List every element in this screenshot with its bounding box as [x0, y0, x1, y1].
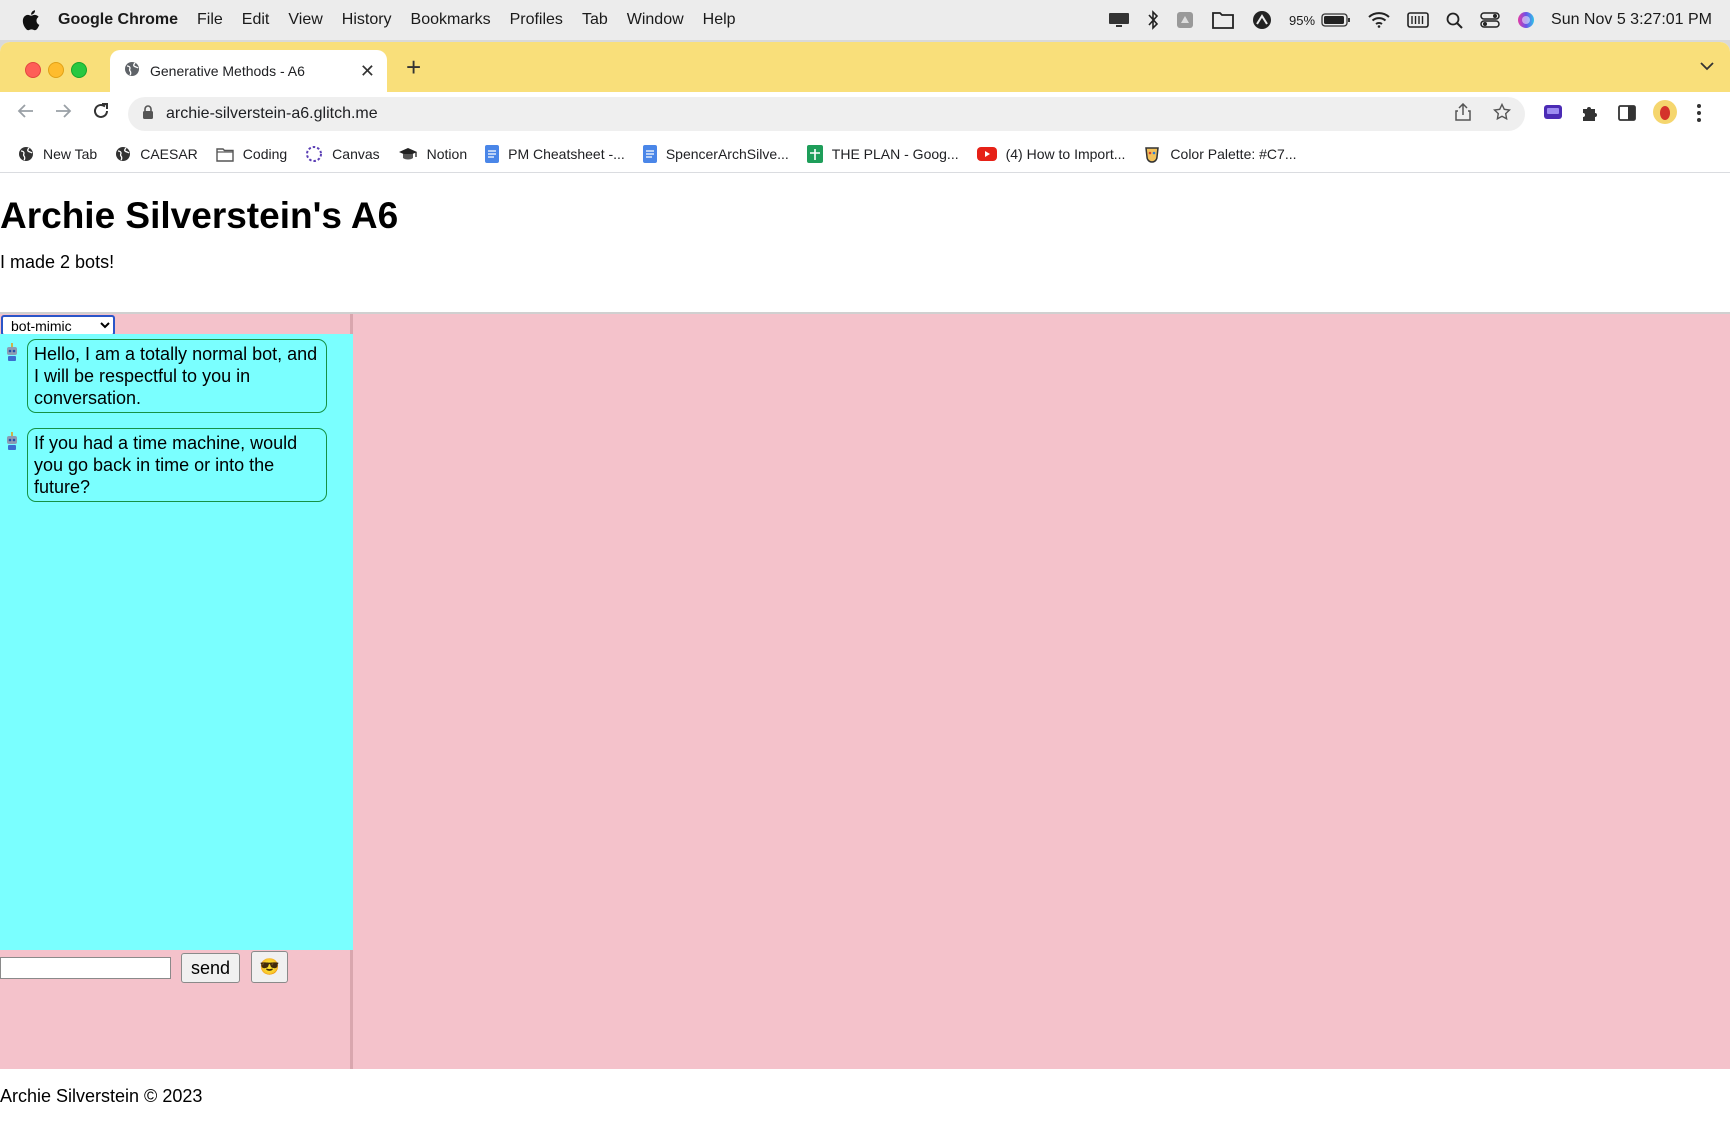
bookmark-the-plan[interactable]: THE PLAN - Goog...	[806, 145, 959, 163]
bookmark-label: PM Cheatsheet -...	[508, 146, 625, 162]
more-vertical-icon[interactable]	[1696, 103, 1702, 128]
wifi-icon[interactable]	[1368, 0, 1390, 40]
bookmark-star-icon[interactable]	[1492, 102, 1512, 126]
globe-icon	[124, 61, 140, 82]
bot-area: bot-mimic Hello, I am a totally normal b…	[0, 312, 1730, 1069]
send-button[interactable]: send	[181, 953, 240, 983]
bookmark-notion[interactable]: Notion	[398, 146, 467, 162]
display-icon[interactable]	[1108, 0, 1130, 40]
menu-history[interactable]: History	[342, 11, 392, 29]
bookmark-label: Notion	[426, 146, 468, 162]
menu-file[interactable]: File	[197, 11, 223, 29]
google-docs-icon	[642, 145, 657, 163]
message-bubble: Hello, I am a totally normal bot, and I …	[27, 339, 327, 413]
clock[interactable]: Sun Nov 5 3:27:01 PM	[1551, 11, 1712, 29]
window-minimize-button[interactable]	[48, 62, 64, 78]
bookmark-label: CAESAR	[140, 146, 198, 162]
menu-help[interactable]: Help	[703, 11, 736, 29]
reload-icon[interactable]	[91, 101, 111, 126]
robot-emoji-icon	[4, 343, 20, 361]
bookmark-coding[interactable]: Coding	[216, 146, 287, 162]
control-center-icon[interactable]	[1480, 0, 1500, 40]
footer-copyright: Archie Silverstein © 2023	[0, 1086, 203, 1106]
window-maximize-button[interactable]	[71, 62, 87, 78]
folder-icon	[216, 147, 234, 162]
chevron-down-icon[interactable]	[1700, 58, 1714, 76]
bookmark-label: Canvas	[332, 146, 380, 162]
youtube-icon	[976, 147, 997, 161]
web-page: Archie Silverstein's A6 I made 2 bots! b…	[0, 173, 1730, 1125]
page-footer: Archie Silverstein © 2023	[0, 1067, 1730, 1125]
bookmark-label: (4) How to Import...	[1005, 146, 1126, 162]
macos-menu-bar: Google Chrome File Edit View History Boo…	[0, 0, 1730, 40]
drive-icon[interactable]	[1176, 0, 1194, 40]
graduation-cap-icon	[398, 146, 418, 162]
robot-emoji-icon	[4, 432, 20, 450]
vpn-icon[interactable]	[1252, 0, 1272, 40]
bookmark-label: Coding	[242, 146, 288, 162]
bot-select-dropdown[interactable]: bot-mimic	[1, 315, 115, 336]
bookmark-how-to-import[interactable]: (4) How to Import...	[976, 146, 1126, 162]
siri-icon[interactable]	[1517, 0, 1535, 40]
battery-icon[interactable]	[1321, 0, 1351, 40]
google-sheets-icon	[806, 145, 823, 163]
side-panel-icon[interactable]	[1617, 103, 1637, 128]
new-tab-icon[interactable]: +	[406, 54, 421, 80]
bookmark-label: THE PLAN - Goog...	[831, 146, 959, 162]
status-area: 95% Sun Nov 5 3:27:01 PM	[1091, 0, 1712, 40]
bookmark-spencerarchsilve[interactable]: SpencerArchSilve...	[642, 145, 789, 163]
menu-window[interactable]: Window	[627, 11, 684, 29]
menu-bookmarks[interactable]: Bookmarks	[411, 11, 491, 29]
bookmark-label: SpencerArchSilve...	[665, 146, 789, 162]
page-title: Archie Silverstein's A6	[0, 195, 399, 236]
chat-log[interactable]: Hello, I am a totally normal bot, and I …	[0, 334, 353, 950]
globe-icon	[18, 146, 34, 162]
back-arrow-icon[interactable]	[16, 101, 36, 126]
bookmark-label: Color Palette: #C7...	[1170, 146, 1297, 162]
share-icon[interactable]	[1455, 102, 1471, 126]
tab-title: Generative Methods - A6	[150, 63, 305, 79]
browser-window: Generative Methods - A6 ✕ + archie-silve…	[0, 42, 1730, 1125]
profile-avatar[interactable]	[1652, 99, 1678, 130]
puzzle-extensions-icon[interactable]	[1580, 103, 1600, 128]
extension-purple-icon[interactable]	[1543, 103, 1563, 128]
bookmark-color-palette[interactable]: Color Palette: #C7...	[1143, 145, 1296, 163]
bookmark-caesar[interactable]: CAESAR	[115, 146, 198, 162]
menu-app-name[interactable]: Google Chrome	[58, 11, 178, 29]
menu-view[interactable]: View	[288, 11, 322, 29]
chat-input[interactable]	[0, 957, 171, 979]
forward-arrow-icon[interactable]	[53, 101, 73, 126]
address-bar[interactable]: archie-silverstein-a6.glitch.me	[128, 97, 1525, 131]
browser-toolbar: archie-silverstein-a6.glitch.me	[0, 92, 1730, 136]
keyboard-icon[interactable]	[1407, 0, 1429, 40]
bookmarks-bar: New Tab CAESAR Coding Canvas Notion PM C…	[0, 136, 1730, 173]
page-subtitle: I made 2 bots!	[0, 252, 115, 272]
message-bubble: If you had a time machine, would you go …	[27, 428, 327, 502]
bookmark-canvas[interactable]: Canvas	[305, 145, 380, 163]
menu-edit[interactable]: Edit	[242, 11, 270, 29]
battery-percent: 95%	[1288, 12, 1316, 28]
tab-close-icon[interactable]: ✕	[360, 62, 375, 80]
bluetooth-icon[interactable]	[1147, 0, 1159, 40]
bookmark-new-tab[interactable]: New Tab	[18, 146, 97, 162]
bookmark-label: New Tab	[43, 146, 98, 162]
folder-status-icon[interactable]	[1211, 0, 1235, 40]
bookmark-pm-cheatsheet[interactable]: PM Cheatsheet -...	[485, 145, 625, 163]
apple-icon[interactable]	[20, 9, 40, 31]
url-text[interactable]: archie-silverstein-a6.glitch.me	[166, 105, 1455, 123]
window-close-button[interactable]	[25, 62, 41, 78]
sunglasses-emoji-icon: 😎	[259, 959, 280, 976]
tab-strip: Generative Methods - A6 ✕ +	[0, 42, 1730, 92]
tab-active[interactable]: Generative Methods - A6 ✕	[110, 50, 387, 92]
canvas-icon	[305, 145, 323, 163]
palette-icon	[1143, 145, 1161, 163]
spotlight-search-icon[interactable]	[1446, 0, 1463, 40]
menu-profiles[interactable]: Profiles	[510, 11, 563, 29]
emoji-button[interactable]: 😎	[251, 951, 288, 983]
menu-tab[interactable]: Tab	[582, 11, 608, 29]
globe-icon	[115, 146, 131, 162]
lock-icon[interactable]	[142, 104, 154, 124]
chat-panel: bot-mimic Hello, I am a totally normal b…	[0, 314, 353, 1069]
google-docs-icon	[485, 145, 500, 163]
